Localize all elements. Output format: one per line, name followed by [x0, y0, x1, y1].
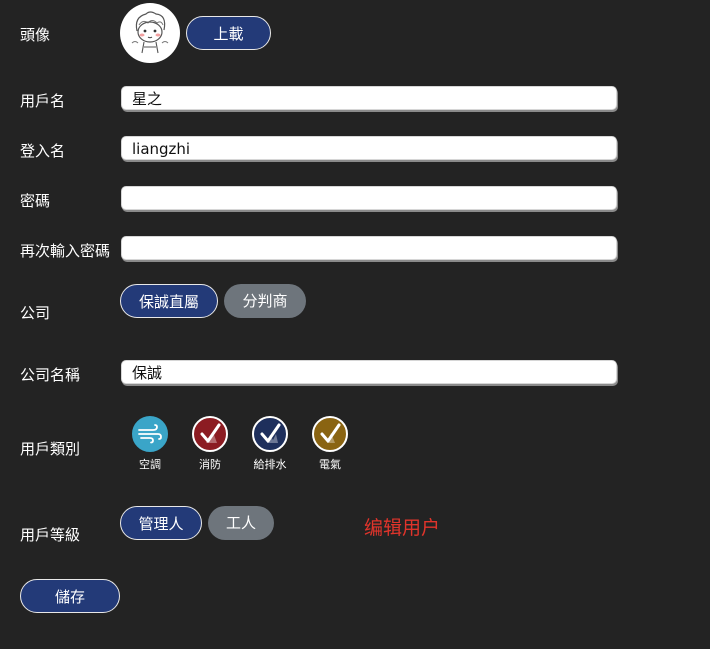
- company-name-field[interactable]: 保誠: [121, 360, 617, 384]
- page-title: 编辑用户: [364, 517, 441, 539]
- checkmark-icon: [312, 416, 348, 452]
- upload-button[interactable]: 上載: [186, 16, 271, 50]
- wind-icon: [132, 416, 168, 452]
- password-confirm-field[interactable]: [121, 236, 617, 260]
- category-label: 消防: [199, 458, 221, 471]
- category-electrical[interactable]: 電氣: [305, 416, 355, 472]
- password-label: 密碼: [20, 192, 51, 210]
- save-button[interactable]: 儲存: [20, 579, 120, 613]
- password-confirm-label: 再次輸入密碼: [20, 242, 111, 260]
- category-plumbing[interactable]: 給排水: [245, 416, 295, 472]
- company-label: 公司: [20, 304, 51, 322]
- password-field[interactable]: [121, 186, 617, 210]
- company-option-subcontractor[interactable]: 分判商: [224, 284, 306, 318]
- category-label: 給排水: [253, 458, 287, 471]
- username-field[interactable]: 星之: [121, 86, 617, 110]
- user-category-label: 用戶類別: [20, 440, 81, 458]
- avatar: [120, 3, 180, 63]
- avatar-cartoon-icon: [131, 11, 169, 54]
- user-level-label: 用戶等級: [20, 526, 81, 544]
- login-name-field[interactable]: liangzhi: [121, 136, 617, 160]
- avatar-label: 頭像: [20, 26, 51, 44]
- user-level-option-manager[interactable]: 管理人: [120, 506, 202, 540]
- category-label: 空調: [139, 458, 161, 471]
- category-fire-protection[interactable]: 消防: [185, 416, 235, 472]
- company-option-direct[interactable]: 保誠直屬: [120, 284, 218, 318]
- checkmark-icon: [252, 416, 288, 452]
- category-air-conditioning[interactable]: 空調: [125, 416, 175, 472]
- category-label: 電氣: [319, 458, 341, 471]
- user-level-option-worker[interactable]: 工人: [208, 506, 274, 540]
- login-name-label: 登入名: [20, 142, 66, 160]
- username-label: 用戶名: [20, 92, 66, 110]
- checkmark-icon: [192, 416, 228, 452]
- company-name-label: 公司名稱: [20, 366, 81, 384]
